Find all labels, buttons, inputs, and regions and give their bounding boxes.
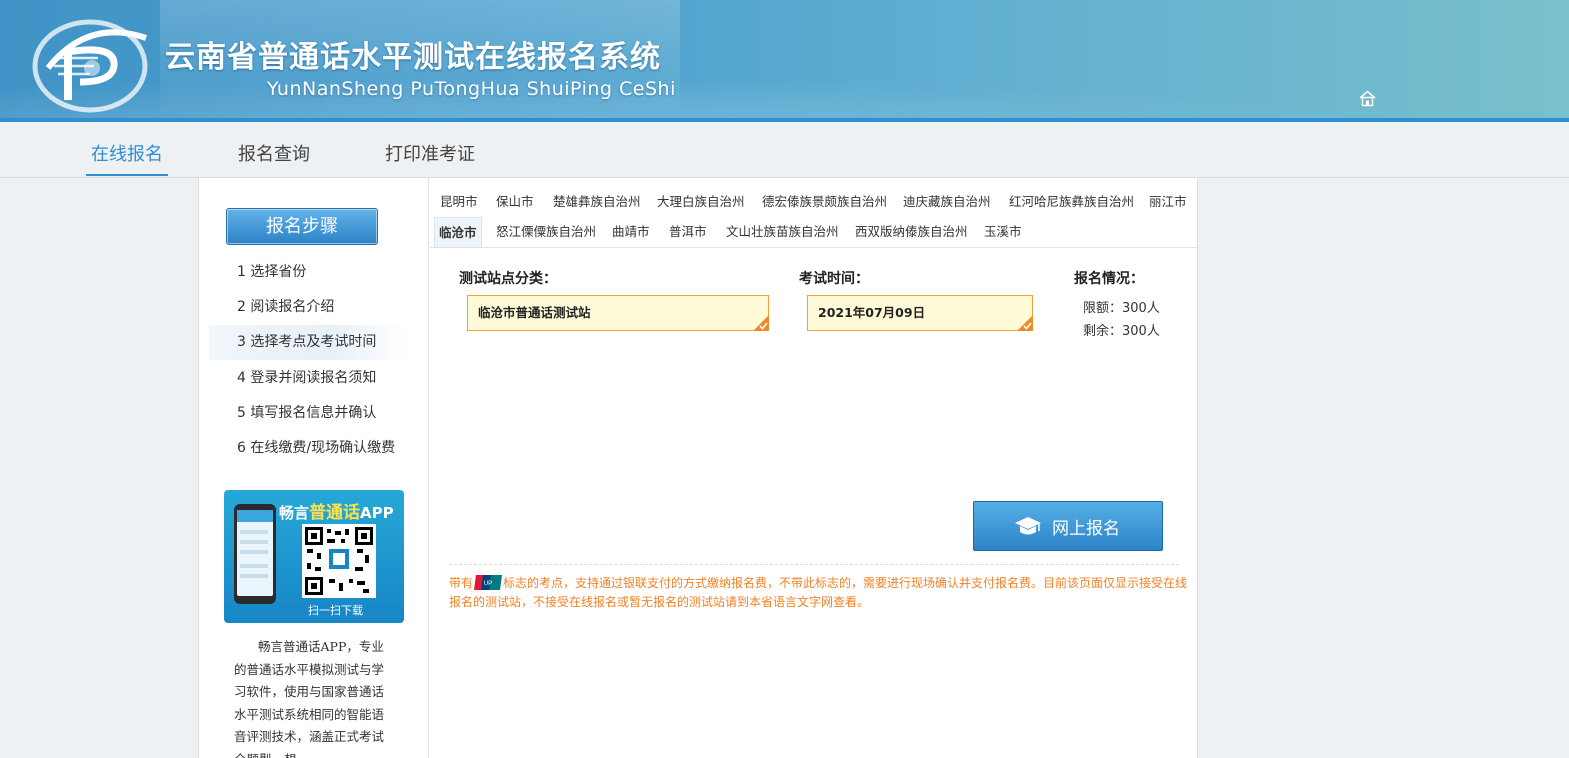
online-register-label: 网上报名: [1052, 519, 1120, 539]
app-description: 畅言普通话APP，专业的普通话水平模拟测试与学习软件，使用与国家普通话水平测试系…: [234, 639, 385, 758]
phone-image: [234, 504, 276, 604]
divider: [449, 564, 1179, 565]
notice-prefix: 带有: [449, 576, 474, 590]
tab-city[interactable]: 文山壮族苗族自治州: [726, 217, 839, 247]
tab-city[interactable]: 楚雄彝族自治州: [553, 187, 641, 217]
step-item: 2 阅读报名介绍: [237, 299, 335, 315]
unionpay-icon: UP: [474, 575, 503, 590]
tab-city[interactable]: 丽江市: [1149, 187, 1187, 217]
step-item: 5 填写报名信息并确认: [237, 405, 377, 421]
nav-active-underline: [86, 174, 168, 176]
app-title-suffix: APP: [360, 504, 394, 522]
step-item: 4 登录并阅读报名须知: [237, 370, 377, 386]
main-nav: 在线报名 报名查询 打印准考证: [0, 122, 1569, 178]
qr-code-icon: [302, 524, 376, 598]
payment-notice: 带有 UP 标志的考点，支持通过银联支付的方式缴纳报名费，不带此标志的，需要进行…: [449, 574, 1189, 612]
tab-city[interactable]: 曲靖市: [612, 217, 650, 247]
tab-city[interactable]: 玉溪市: [984, 217, 1022, 247]
svg-text:UP: UP: [484, 581, 492, 587]
city-tabs: 昆明市 保山市 楚雄彝族自治州 大理白族自治州 德宏傣族景颇族自治州 迪庆藏族自…: [430, 178, 1198, 248]
check-corner-icon: [753, 315, 769, 331]
site-header: 云南省普通话水平测试在线报名系统 YunNanSheng PuTongHua S…: [0, 0, 1569, 120]
registration-status-label: 报名情况：: [1074, 271, 1144, 287]
scan-to-download: 扫一扫下载: [308, 604, 363, 617]
site-category-select[interactable]: 临沧市普通话测试站: [467, 295, 769, 331]
check-corner-icon: [1017, 315, 1033, 331]
home-icon[interactable]: [1359, 90, 1376, 107]
tab-city[interactable]: 昆明市: [440, 187, 478, 217]
quota-remaining: 剩余：300人: [1083, 324, 1160, 339]
tab-city[interactable]: 西双版纳傣族自治州: [855, 217, 968, 247]
app-title: 畅言普通话APP: [279, 498, 394, 523]
tab-city[interactable]: 德宏傣族景颇族自治州: [762, 187, 887, 217]
app-title-prefix: 畅言: [279, 504, 310, 522]
site-title: 云南省普通话水平测试在线报名系统: [165, 40, 661, 75]
site-subtitle: YunNanSheng PuTongHua ShuiPing CeShi: [267, 78, 676, 100]
site-category-value: 临沧市普通话测试站: [478, 305, 591, 320]
nav-registration-query[interactable]: 报名查询: [238, 140, 310, 166]
tab-city[interactable]: 迪庆藏族自治州: [903, 187, 991, 217]
exam-time-select[interactable]: 2021年07月09日: [807, 295, 1033, 331]
tab-city-active[interactable]: 临沧市: [434, 217, 482, 247]
tab-city[interactable]: 怒江傈僳族自治州: [496, 217, 596, 247]
steps-title: 报名步骤: [226, 208, 378, 245]
site-category-label: 测试站点分类：: [459, 271, 557, 287]
online-register-button[interactable]: 网上报名: [973, 501, 1163, 551]
exam-time-label: 考试时间：: [799, 271, 869, 287]
main-container: 报名步骤 1 选择省份 2 阅读报名介绍 3 选择考点及考试时间 4 登录并阅读…: [198, 178, 1198, 758]
tab-city[interactable]: 红河哈尼族彝族自治州: [1009, 187, 1134, 217]
graduation-cap-icon: [1015, 517, 1041, 535]
app-promo-card[interactable]: 畅言普通话APP 扫一扫下载: [224, 490, 404, 623]
sidebar: 报名步骤 1 选择省份 2 阅读报名介绍 3 选择考点及考试时间 4 登录并阅读…: [199, 178, 429, 758]
step-item: 6 在线缴费/现场确认缴费: [237, 440, 396, 456]
tab-city[interactable]: 保山市: [496, 187, 534, 217]
tab-city[interactable]: 普洱市: [669, 217, 707, 247]
tab-city[interactable]: 大理白族自治州: [657, 187, 745, 217]
header-wave: [0, 70, 1569, 120]
step-item-current: 3 选择考点及考试时间: [209, 325, 409, 360]
notice-body: 标志的考点，支持通过银联支付的方式缴纳报名费，不带此标志的，需要进行现场确认并支…: [449, 576, 1188, 609]
nav-online-registration[interactable]: 在线报名: [91, 140, 163, 166]
quota-limit: 限额：300人: [1083, 301, 1160, 316]
app-title-highlight: 普通话: [309, 503, 361, 523]
nav-print-admission-ticket[interactable]: 打印准考证: [385, 140, 475, 166]
site-logo-icon: [32, 19, 148, 113]
exam-time-value: 2021年07月09日: [818, 305, 926, 320]
step-item: 1 选择省份: [237, 264, 307, 280]
